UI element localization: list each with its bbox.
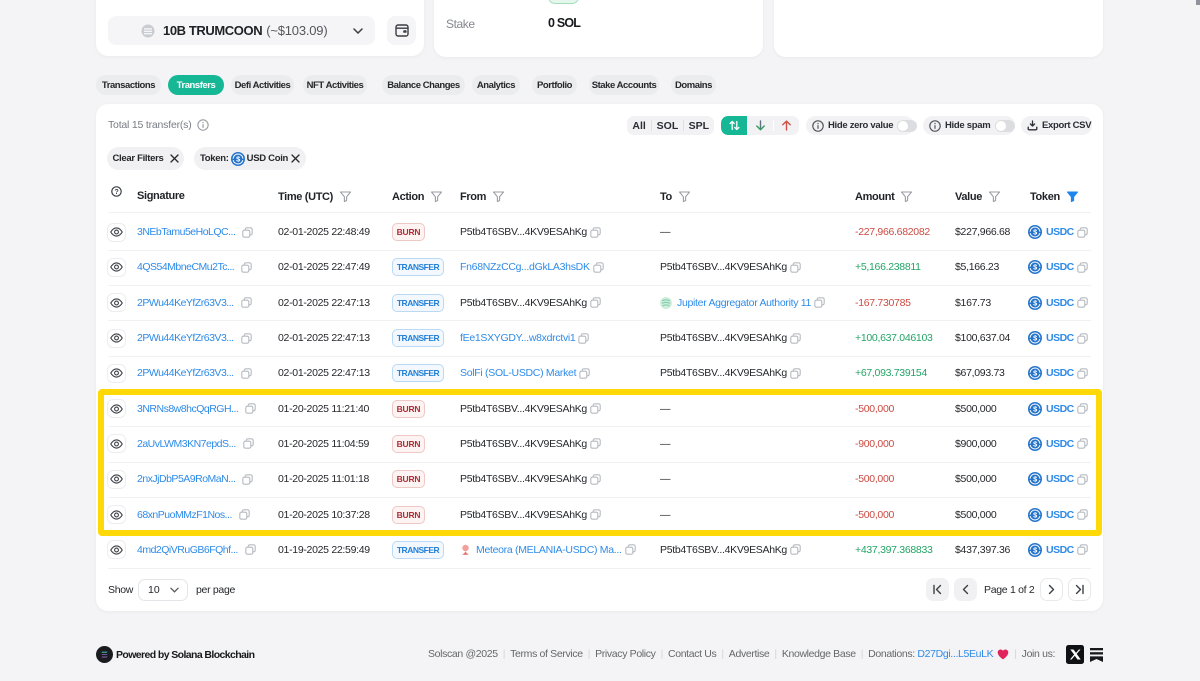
svg-text:$: $ [1033,546,1037,555]
svg-text:$: $ [1033,334,1037,343]
svg-text:$: $ [236,154,240,163]
svg-text:$: $ [1033,263,1037,272]
svg-text:$: $ [1033,369,1037,378]
svg-text:?: ? [115,189,119,196]
svg-text:$: $ [1033,228,1037,237]
svg-text:$: $ [1033,298,1037,307]
